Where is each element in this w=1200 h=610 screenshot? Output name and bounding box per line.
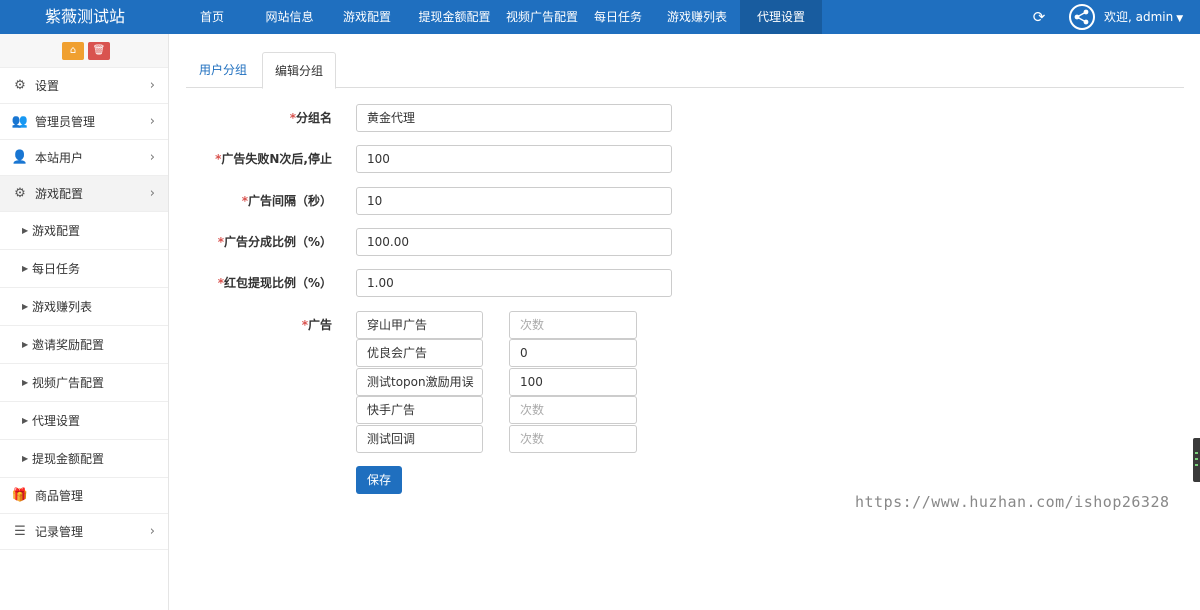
- gears-icon: ⚙: [14, 186, 26, 201]
- redpack-input[interactable]: 1.00: [356, 269, 672, 297]
- ad-interval-input[interactable]: 10: [356, 187, 672, 215]
- sidebar-item-goods[interactable]: 🎁 商品管理: [0, 478, 168, 514]
- tab-user-group[interactable]: 用户分组: [186, 52, 260, 88]
- caret-right-icon: ▶: [22, 302, 29, 311]
- group-name-label: *分组名: [289, 111, 332, 125]
- sidebar-subitem-agent-settings[interactable]: ▶ 代理设置: [0, 402, 168, 440]
- nav-site-info[interactable]: 网站信息: [252, 0, 327, 34]
- ad-share-label: *广告分成比例（%）: [217, 235, 332, 249]
- ad-name-field: 优良会广告: [356, 339, 483, 367]
- sidebar-toolbar: ⌂ 🗑: [0, 34, 168, 68]
- tab-bar: 用户分组 编辑分组: [186, 52, 1184, 89]
- nav-video-ad-config[interactable]: 视频广告配置: [502, 0, 582, 34]
- sidebar-subitem-label: 每日任务: [32, 262, 81, 276]
- save-button[interactable]: 保存: [356, 466, 402, 494]
- ad-count-input[interactable]: 次数: [509, 311, 637, 339]
- trash-icon[interactable]: 🗑: [88, 42, 110, 60]
- ad-name-field: 测试回调: [356, 425, 483, 453]
- users-icon: 👥: [11, 114, 29, 129]
- ad-name-field: 快手广告: [356, 396, 483, 424]
- user-greeting: 欢迎, admin: [1104, 10, 1174, 24]
- top-nav: 首页 网站信息 游戏配置 提现金额配置 视频广告配置 每日任务 游戏赚列表 代理…: [172, 0, 822, 34]
- nav-home[interactable]: 首页: [172, 0, 252, 34]
- sidebar-item-label: 商品管理: [35, 489, 84, 503]
- caret-right-icon: ▶: [22, 264, 29, 273]
- sidebar-item-label: 本站用户: [35, 151, 84, 165]
- list-icon: ☰: [14, 524, 26, 539]
- ad-share-input[interactable]: 100.00: [356, 228, 672, 256]
- sidebar-subitem-video-ad[interactable]: ▶ 视频广告配置: [0, 364, 168, 402]
- ad-fail-label: *广告失败N次后,停止: [215, 152, 332, 166]
- ad-name-field: 测试topon激励用误: [356, 368, 483, 396]
- nav-agent-settings[interactable]: 代理设置: [740, 0, 822, 34]
- caret-down-icon: ▼: [1176, 14, 1184, 24]
- sidebar-item-records[interactable]: ☰ 记录管理 ›: [0, 514, 168, 550]
- refresh-icon[interactable]: ⟳: [1030, 8, 1048, 26]
- sidebar-item-label: 设置: [35, 79, 60, 93]
- caret-right-icon: ▶: [22, 416, 29, 425]
- ad-count-input[interactable]: 0: [509, 339, 637, 367]
- sidebar-item-settings[interactable]: ⚙ 设置 ›: [0, 68, 168, 104]
- caret-right-icon: ▶: [22, 226, 29, 235]
- sidebar-subitem-label: 提现金额配置: [32, 452, 105, 466]
- sidebar-item-label: 管理员管理: [35, 115, 96, 129]
- chevron-right-icon: ›: [149, 524, 155, 539]
- share-icon[interactable]: [1069, 4, 1095, 30]
- sidebar-item-label: 游戏配置: [35, 187, 84, 201]
- nav-daily-tasks[interactable]: 每日任务: [582, 0, 654, 34]
- nav-game-earn-list[interactable]: 游戏赚列表: [654, 0, 740, 34]
- site-brand[interactable]: 紫薇测试站: [0, 0, 170, 34]
- user-icon: 👤: [11, 150, 29, 165]
- sidebar-subitem-label: 代理设置: [32, 414, 81, 428]
- ad-count-input[interactable]: 次数: [509, 425, 637, 453]
- ad-count-input[interactable]: 次数: [509, 396, 637, 424]
- gears-icon: ⚙: [14, 78, 26, 93]
- ad-interval-label: *广告间隔（秒）: [241, 194, 332, 208]
- sidebar-subitem-label: 视频广告配置: [32, 376, 105, 390]
- top-navbar: 紫薇测试站 首页 网站信息 游戏配置 提现金额配置 视频广告配置 每日任务 游戏…: [0, 0, 1200, 34]
- redpack-label: *红包提现比例（%）: [217, 276, 332, 290]
- nav-withdraw-config[interactable]: 提现金额配置: [407, 0, 502, 34]
- group-name-input[interactable]: 黄金代理: [356, 104, 672, 132]
- nav-game-config[interactable]: 游戏配置: [327, 0, 407, 34]
- sidebar-subitem-withdraw[interactable]: ▶ 提现金额配置: [0, 440, 168, 478]
- side-scroll-handle[interactable]: [1193, 438, 1200, 482]
- watermark-text: https://www.huzhan.com/ishop26328: [855, 493, 1170, 511]
- caret-right-icon: ▶: [22, 378, 29, 387]
- gift-icon: 🎁: [11, 488, 29, 503]
- ad-name-field: 穿山甲广告: [356, 311, 483, 339]
- home-icon[interactable]: ⌂: [62, 42, 84, 60]
- chevron-right-icon: ›: [149, 78, 155, 93]
- caret-right-icon: ▶: [22, 454, 29, 463]
- caret-right-icon: ▶: [22, 340, 29, 349]
- user-menu[interactable]: 欢迎, admin ▼: [1104, 0, 1183, 34]
- tab-edit-group[interactable]: 编辑分组: [262, 52, 336, 89]
- ad-count-input[interactable]: 100: [509, 368, 637, 396]
- sidebar-item-label: 记录管理: [35, 525, 84, 539]
- ads-label: *广告: [301, 318, 332, 332]
- sidebar-subitem-label: 邀请奖励配置: [32, 338, 105, 352]
- sidebar-subitem-label: 游戏配置: [32, 224, 81, 238]
- sidebar-subitem-label: 游戏赚列表: [32, 300, 93, 314]
- ad-fail-input[interactable]: 100: [356, 145, 672, 173]
